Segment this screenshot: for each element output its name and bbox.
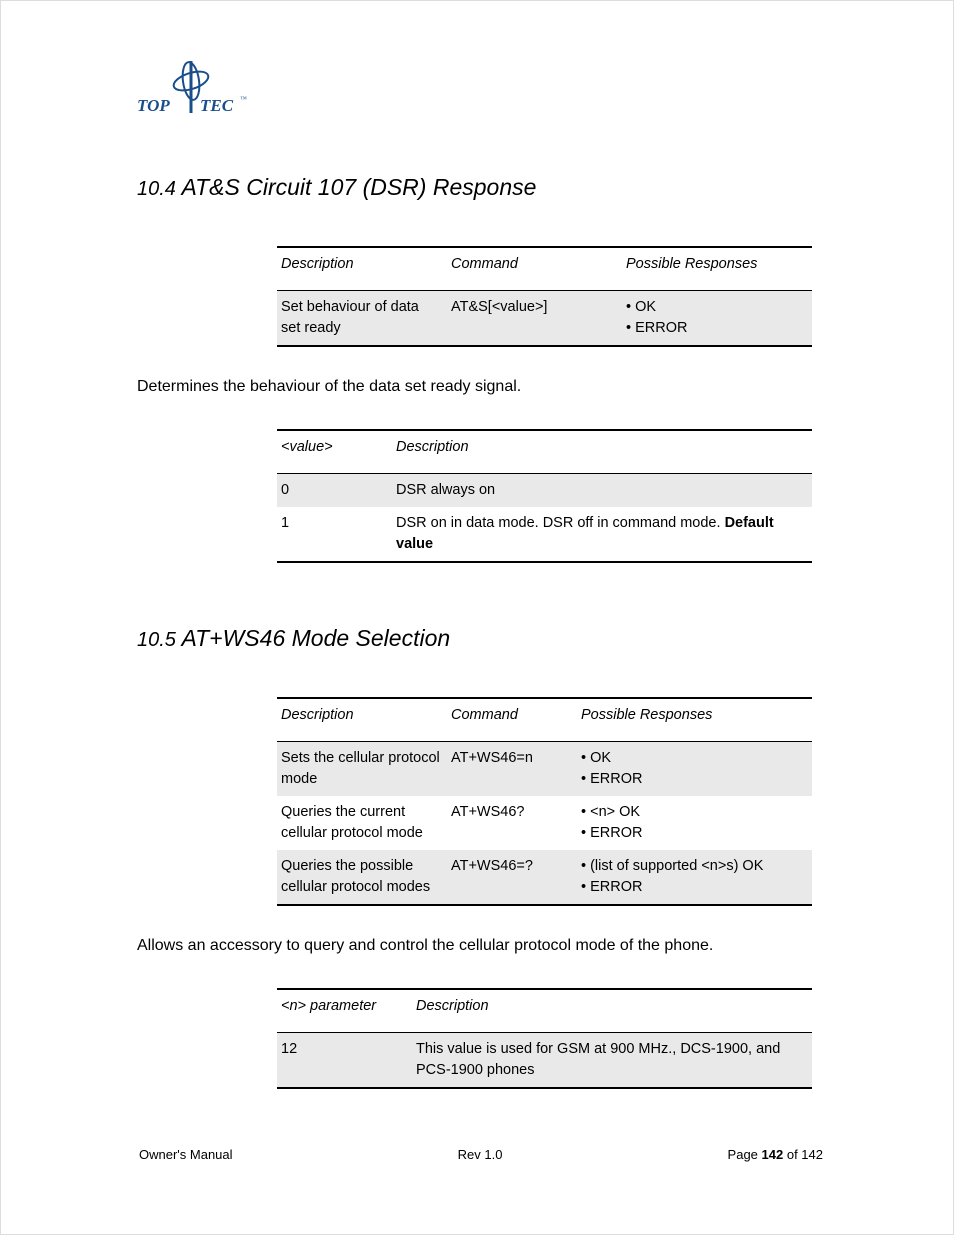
svg-text:™: ™ <box>240 95 247 103</box>
col-command: Command <box>447 247 622 291</box>
page-footer: Owner's Manual Rev 1.0 Page 142 of 142 <box>139 1147 823 1162</box>
svg-text:TOP: TOP <box>137 96 170 115</box>
cell-value: 1 <box>277 507 392 562</box>
section-104-body: Determines the behaviour of the data set… <box>137 375 825 399</box>
col-responses: Possible Responses <box>622 247 812 291</box>
footer-right: Page 142 of 142 <box>728 1147 823 1162</box>
cell-description: Sets the cellular protocol mode <box>277 742 447 797</box>
command-table-104: Description Command Possible Responses S… <box>277 246 812 347</box>
logo-icon: TOP TEC ™ <box>137 61 247 119</box>
svg-text:TEC: TEC <box>200 96 234 115</box>
table-row: Queries the possible cellular protocol m… <box>277 850 812 905</box>
page: TOP TEC ™ 10.4 AT&S Circuit 107 (DSR) Re… <box>0 0 954 1235</box>
table-row: Sets the cellular protocol mode AT+WS46=… <box>277 742 812 797</box>
table-row: Queries the current cellular protocol mo… <box>277 796 812 850</box>
param-table-105: <n> parameter Description 12 This value … <box>277 988 812 1089</box>
cell-responses: • OK • ERROR <box>577 742 812 797</box>
content-area: TOP TEC ™ 10.4 AT&S Circuit 107 (DSR) Re… <box>39 41 915 1089</box>
cell-description: This value is used for GSM at 900 MHz., … <box>412 1033 812 1089</box>
section-heading-104: 10.4 AT&S Circuit 107 (DSR) Response <box>137 174 825 201</box>
col-description: Description <box>412 989 812 1033</box>
cell-responses: • OK • ERROR <box>622 291 812 347</box>
cell-command: AT+WS46? <box>447 796 577 850</box>
cell-description: Queries the current cellular protocol mo… <box>277 796 447 850</box>
cell-description: DSR on in data mode. DSR off in command … <box>392 507 812 562</box>
section-105-body: Allows an accessory to query and control… <box>137 934 825 958</box>
cell-command: AT+WS46=? <box>447 850 577 905</box>
cell-description: Queries the possible cellular protocol m… <box>277 850 447 905</box>
cell-value: 0 <box>277 474 392 508</box>
table-row: 0 DSR always on <box>277 474 812 508</box>
section-title: AT+WS46 Mode Selection <box>181 625 450 651</box>
cell-responses: • (list of supported <n>s) OK • ERROR <box>577 850 812 905</box>
footer-center: Rev 1.0 <box>233 1147 728 1162</box>
col-description: Description <box>392 430 812 474</box>
section-title: AT&S Circuit 107 (DSR) Response <box>181 174 536 200</box>
command-table-105: Description Command Possible Responses S… <box>277 697 812 906</box>
cell-command: AT+WS46=n <box>447 742 577 797</box>
section-heading-105: 10.5 AT+WS46 Mode Selection <box>137 625 825 652</box>
section-number: 10.4 <box>137 178 176 200</box>
table-row: 1 DSR on in data mode. DSR off in comman… <box>277 507 812 562</box>
col-param: <n> parameter <box>277 989 412 1033</box>
cell-responses: • <n> OK • ERROR <box>577 796 812 850</box>
table-row: 12 This value is used for GSM at 900 MHz… <box>277 1033 812 1089</box>
cell-description: Set behaviour of data set ready <box>277 291 447 347</box>
cell-param: 12 <box>277 1033 412 1089</box>
col-description: Description <box>277 698 447 742</box>
toptec-logo: TOP TEC ™ <box>137 61 825 124</box>
cell-command: AT&S[<value>] <box>447 291 622 347</box>
cell-description: DSR always on <box>392 474 812 508</box>
col-description: Description <box>277 247 447 291</box>
table-row: Set behaviour of data set ready AT&S[<va… <box>277 291 812 347</box>
footer-left: Owner's Manual <box>139 1147 233 1162</box>
section-number: 10.5 <box>137 629 176 651</box>
col-value: <value> <box>277 430 392 474</box>
col-responses: Possible Responses <box>577 698 812 742</box>
col-command: Command <box>447 698 577 742</box>
value-table-104: <value> Description 0 DSR always on 1 DS… <box>277 429 812 563</box>
